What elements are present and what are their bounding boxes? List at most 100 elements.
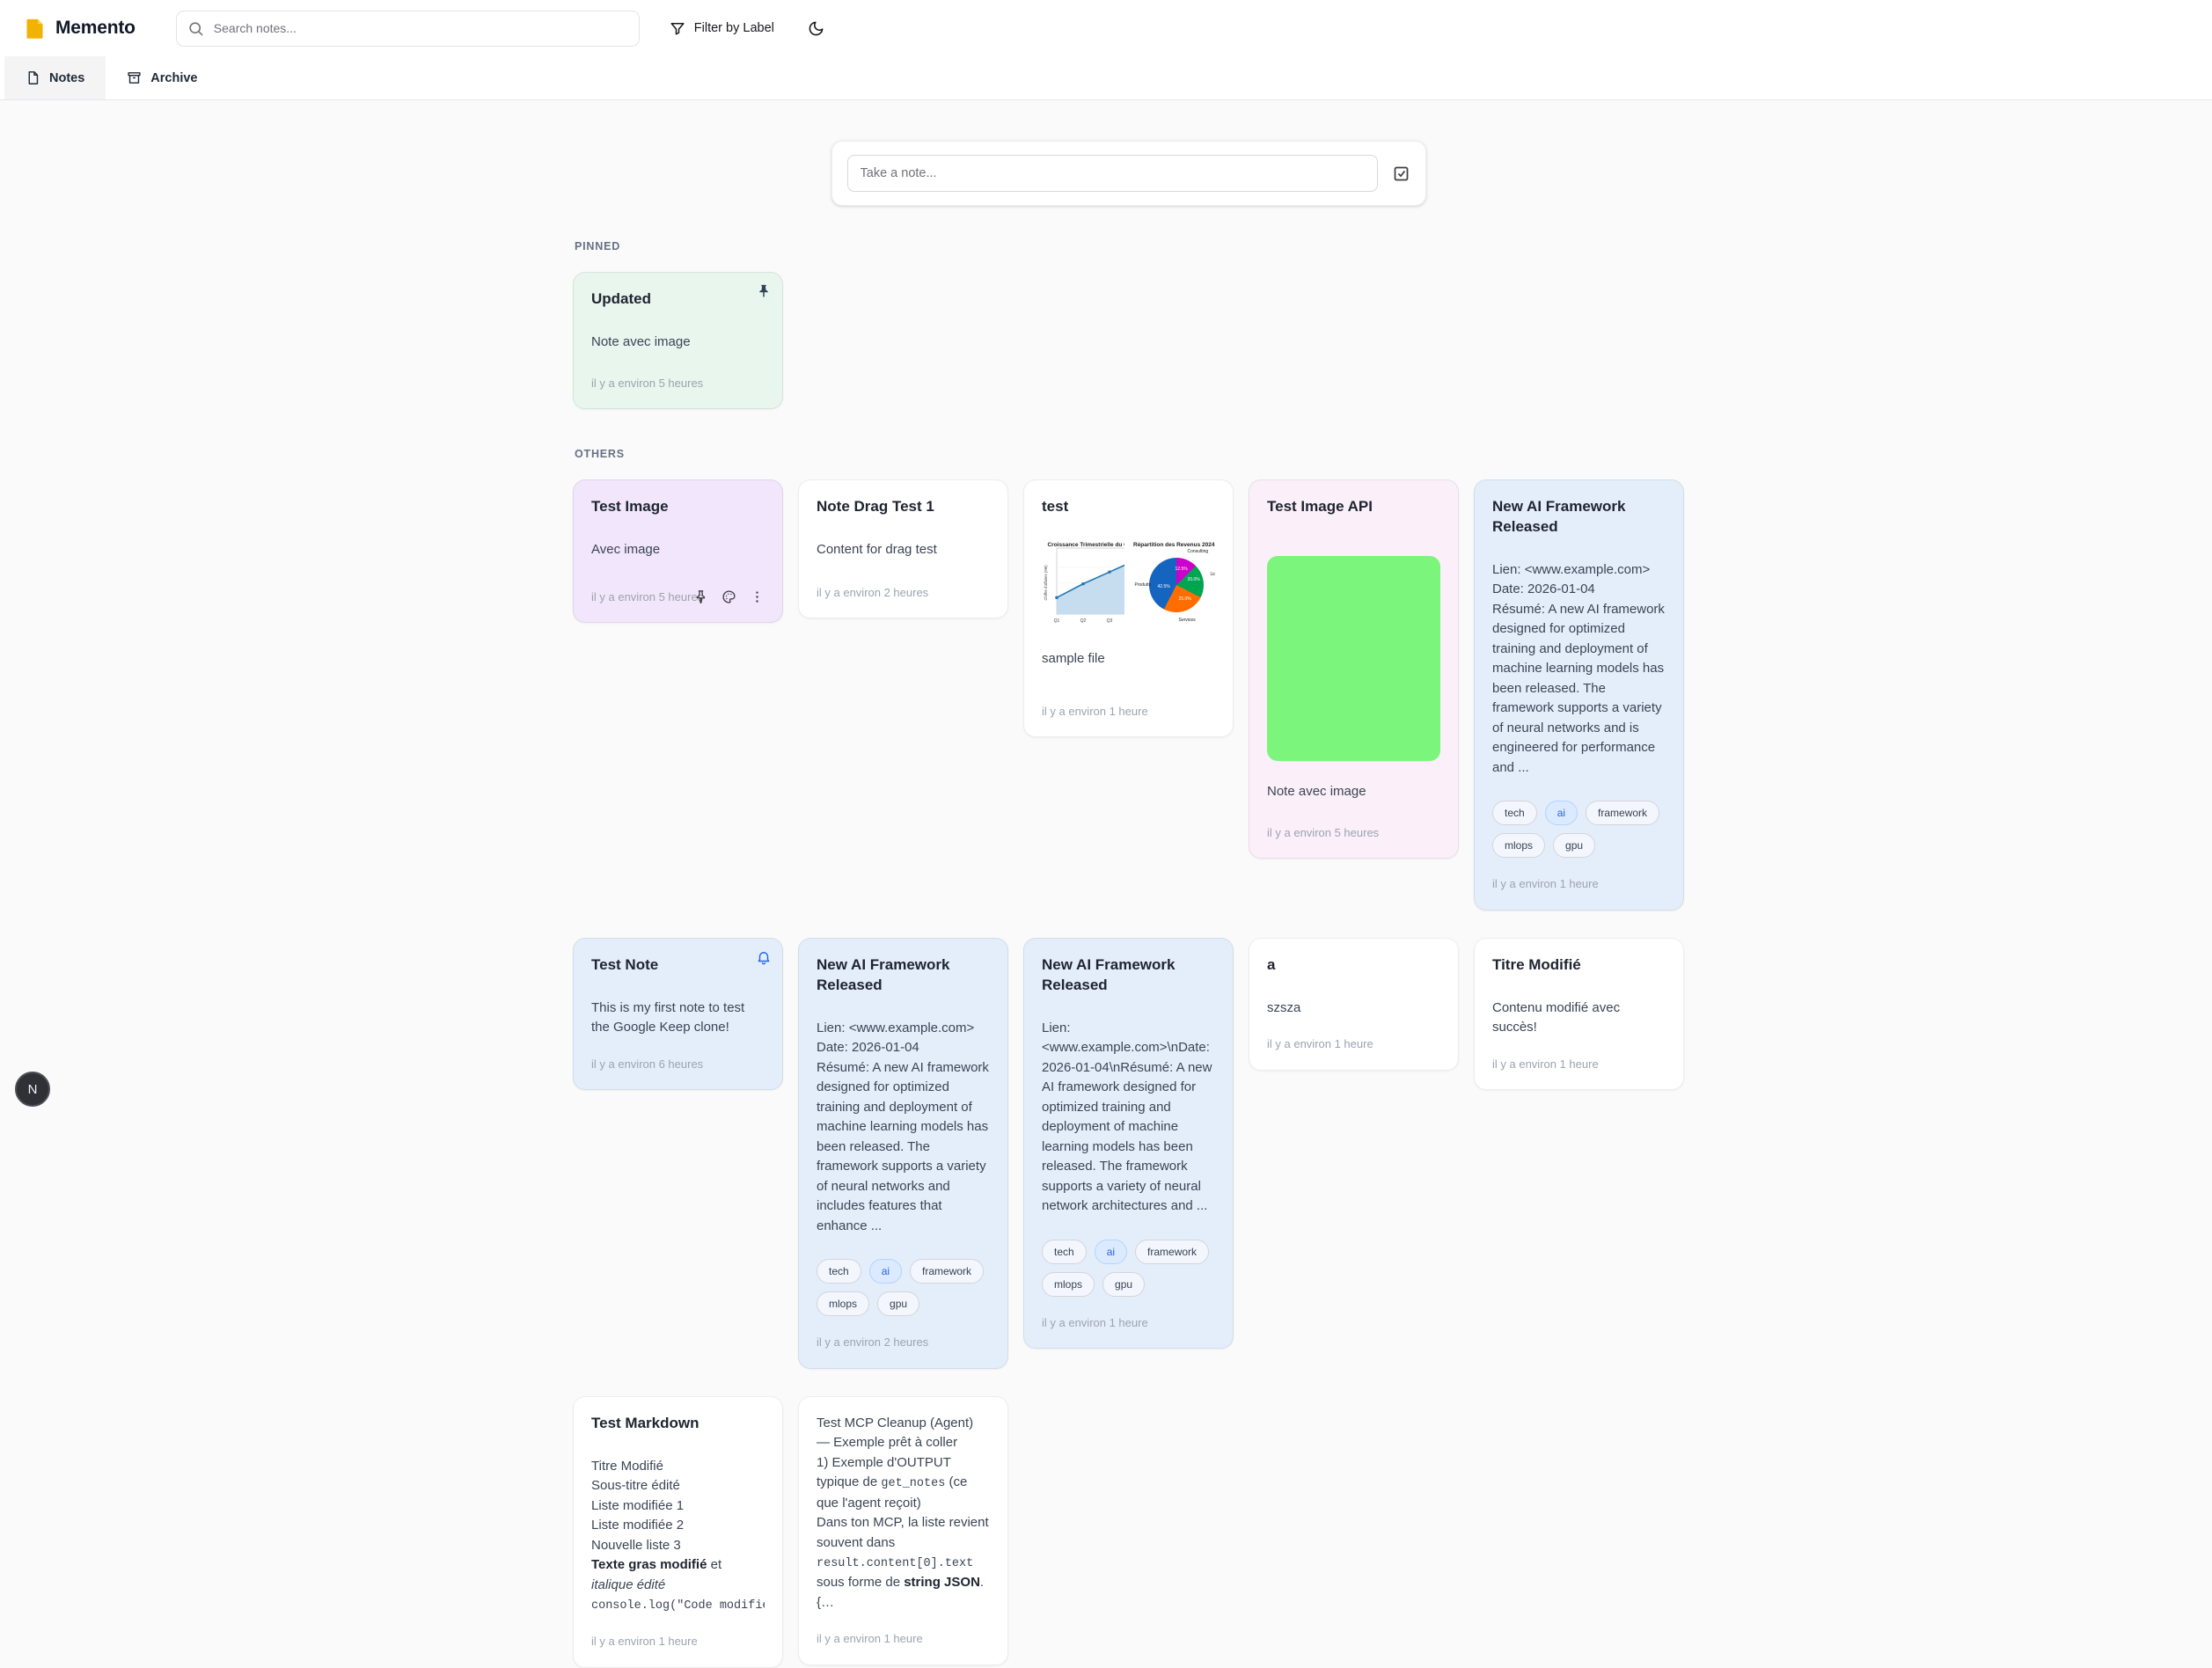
tag-pill[interactable]: ai [1095, 1240, 1127, 1264]
pin-icon[interactable] [693, 589, 708, 604]
tab-archive-label: Archive [150, 71, 197, 85]
pie-slice-percent: 25.0% [1179, 596, 1191, 604]
note-title: Test Note [591, 955, 765, 976]
note-title: Updated [591, 289, 765, 310]
note-card[interactable]: New AI Framework ReleasedLien: <www.exam… [798, 938, 1008, 1369]
pinned-section: PINNED Updated Note avec image il y a envi… [573, 240, 1684, 409]
tab-bar: Notes Archive [0, 56, 2212, 100]
user-avatar-button[interactable]: N [15, 1072, 50, 1107]
tag-pill[interactable]: mlops [1042, 1272, 1095, 1297]
tag-pill[interactable]: tech [1492, 801, 1537, 825]
tag-pill[interactable]: framework [910, 1259, 984, 1284]
tag-pill[interactable]: gpu [1102, 1272, 1145, 1297]
theme-toggle-button[interactable] [808, 20, 824, 37]
tag-pill[interactable]: mlops [817, 1291, 869, 1316]
pie-slice-label: Produits [1135, 582, 1151, 589]
note-timestamp: il y a environ 5 heures [1267, 824, 1440, 842]
tag-pill[interactable]: gpu [877, 1291, 919, 1316]
note-timestamp: il y a environ 1 heure [591, 1633, 765, 1650]
note-card[interactable]: aszszail y a environ 1 heure [1249, 938, 1459, 1071]
note-body-line: console.log("Code modifié a [591, 1595, 765, 1615]
bell-icon[interactable] [756, 949, 772, 972]
note-card[interactable]: Test ImageAvec imageil y a environ 5 heu… [573, 479, 783, 623]
pie-chart-image: Répartition des Revenus 2024Consulting12… [1133, 538, 1216, 628]
note-body-line: Test MCP Cleanup (Agent) — Exemple prêt … [817, 1414, 990, 1453]
note-timestamp: il y a environ 1 heure [1492, 875, 1666, 893]
note-body: Note avec image [591, 333, 765, 353]
note-timestamp: il y a environ 1 heure [817, 1630, 990, 1648]
others-section: OTHERS Test ImageAvec imageil y a enviro… [573, 448, 1684, 1668]
note-body-line: Texte gras modifié et italique édité [591, 1555, 765, 1595]
tag-pill[interactable]: mlops [1492, 833, 1545, 858]
note-tags: techai framework mlops gpu [1042, 1240, 1215, 1297]
note-timestamp: il y a environ 2 heures [817, 584, 990, 602]
svg-text:Chiffre d'affaires (M€): Chiffre d'affaires (M€) [1044, 565, 1048, 601]
note-body-line: Nouvelle liste 3 [591, 1536, 765, 1556]
app-header: Memento Filter by Label [0, 0, 2212, 56]
note-title: test [1042, 497, 1215, 517]
note-card[interactable]: Titre ModifiéContenu modifié avec succès… [1474, 938, 1684, 1090]
note-card[interactable]: Test MCP Cleanup (Agent) — Exemple prêt … [798, 1396, 1008, 1665]
notes-main: PINNED Updated Note avec image il y a envi… [573, 100, 1684, 1668]
note-timestamp: il y a environ 6 heures [591, 1056, 765, 1073]
note-footer: il y a environ 1 heure [591, 1615, 765, 1650]
pie-slice-label: Licences [1211, 572, 1216, 579]
note-footer: il y a environ 5 heures [591, 571, 765, 606]
note-title: Test Image API [1267, 497, 1440, 517]
tab-notes[interactable]: Notes [4, 56, 106, 99]
tag-pill[interactable]: ai [869, 1259, 902, 1284]
new-checklist-button[interactable] [1392, 165, 1410, 183]
note-card[interactable]: New AI Framework ReleasedLien: <www.exam… [1474, 479, 1684, 911]
note-body: Lien: <www.example.com>\nDate: 2026-01-0… [1042, 1019, 1215, 1217]
note-title: Note Drag Test 1 [817, 497, 990, 517]
note-body: Lien: <www.example.com> Date: 2026-01-04… [817, 1019, 990, 1237]
palette-icon[interactable] [721, 589, 736, 604]
app-logo: Memento [23, 17, 136, 40]
note-card[interactable]: testCroissance Trimestrielle du CA (M€)Q… [1023, 479, 1234, 737]
pinned-section-label: PINNED [575, 240, 1684, 252]
take-a-note-input[interactable] [847, 155, 1378, 192]
note-images [1267, 538, 1440, 761]
note-footer: il y a environ 6 heures [591, 1038, 765, 1073]
tag-pill[interactable]: framework [1586, 801, 1659, 825]
note-footer: il y a environ 1 heure [817, 1613, 990, 1648]
more-icon[interactable] [750, 589, 765, 604]
note-body-line: Sous-titre édité [591, 1476, 765, 1496]
note-body: Content for drag test [817, 540, 990, 560]
note-body: Contenu modifié avec succès! [1492, 999, 1666, 1038]
note-body: This is my first note to test the Google… [591, 999, 765, 1038]
note-title: Test Image [591, 497, 765, 517]
avatar-initial: N [28, 1082, 38, 1097]
note-body: Titre ModifiéSous-titre éditéListe modif… [591, 1457, 765, 1616]
note-file-icon [26, 70, 40, 85]
tag-pill[interactable]: tech [1042, 1240, 1087, 1264]
note-card[interactable]: Test Note This is my first note to test t… [573, 938, 783, 1090]
svg-text:Q3: Q3 [1107, 618, 1113, 624]
note-card[interactable]: Updated Note avec image il y a environ 5 h… [573, 272, 783, 409]
pin-filled-icon[interactable] [756, 283, 772, 306]
note-image-green-block [1267, 556, 1440, 761]
note-card[interactable]: New AI Framework ReleasedLien: <www.exam… [1023, 938, 1234, 1349]
note-footer: il y a environ 5 heures [591, 357, 765, 392]
note-tags: techai framework mlops gpu [1492, 801, 1666, 858]
note-body: Lien: <www.example.com> Date: 2026-01-04… [1492, 560, 1666, 779]
note-card[interactable]: Test MarkdownTitre ModifiéSous-titre édi… [573, 1396, 783, 1668]
note-images: Croissance Trimestrielle du CA (M€)Q1Q2Q… [1042, 538, 1215, 628]
note-timestamp: il y a environ 5 heures [591, 375, 765, 392]
filter-by-label-button[interactable]: Filter by Label [670, 20, 774, 36]
note-card[interactable]: Note Drag Test 1 Content for drag test il … [798, 479, 1008, 618]
note-body: Note avec image [1267, 782, 1440, 802]
tag-pill[interactable]: tech [817, 1259, 861, 1284]
tag-pill[interactable]: gpu [1553, 833, 1595, 858]
tag-pill[interactable]: ai [1545, 801, 1578, 825]
note-card[interactable]: Test Image API Note avec image il y a envi… [1249, 479, 1459, 859]
note-timestamp: il y a environ 1 heure [1492, 1056, 1666, 1073]
tab-archive[interactable]: Archive [106, 56, 218, 99]
note-body: sample file [1042, 649, 1215, 669]
tag-pill[interactable]: framework [1135, 1240, 1209, 1264]
svg-text:Croissance Trimestrielle du CA: Croissance Trimestrielle du CA (M€) [1047, 542, 1124, 548]
note-timestamp: il y a environ 1 heure [1267, 1035, 1440, 1053]
note-footer: il y a environ 2 heures [817, 1316, 990, 1351]
search-input[interactable] [176, 11, 640, 47]
other-notes-grid: Test ImageAvec imageil y a environ 5 heu… [573, 479, 1684, 1668]
